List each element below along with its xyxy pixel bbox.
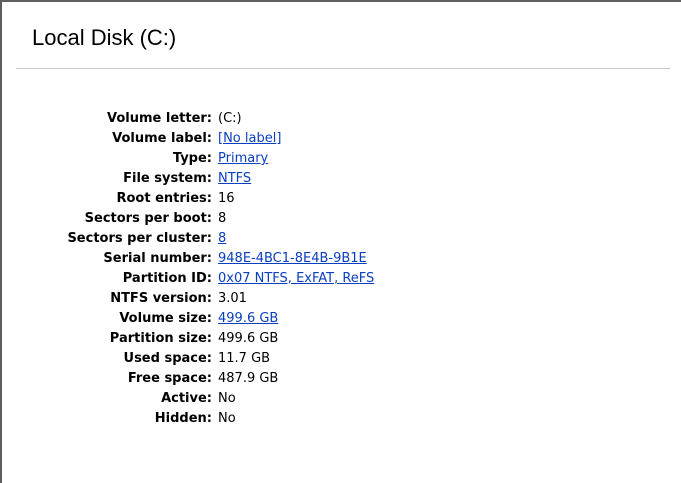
property-row-type: Type: Primary xyxy=(2,149,681,169)
property-value: No xyxy=(218,391,236,406)
partition-id-link[interactable]: 0x07 NTFS, ExFAT, ReFS xyxy=(218,269,374,289)
serial-number-link[interactable]: 948E-4BC1-8E4B-9B1E xyxy=(218,249,367,269)
property-row-root-entries: Root entries: 16 xyxy=(2,189,681,209)
property-row-ntfs-version: NTFS version: 3.01 xyxy=(2,289,681,309)
property-label: Sectors per cluster: xyxy=(67,231,212,246)
property-label: Hidden: xyxy=(154,411,212,426)
property-label: Type: xyxy=(172,151,212,166)
property-label: Used space: xyxy=(123,351,212,366)
property-value: 487.9 GB xyxy=(218,371,279,386)
property-label: Sectors per boot: xyxy=(84,211,212,226)
property-row-file-system: File system: NTFS xyxy=(2,169,681,189)
property-row-hidden: Hidden: No xyxy=(2,409,681,429)
property-label: Volume size: xyxy=(119,311,212,326)
property-label: NTFS version: xyxy=(110,291,212,306)
property-label: Active: xyxy=(161,391,212,406)
property-row-sectors-per-boot: Sectors per boot: 8 xyxy=(2,209,681,229)
property-row-free-space: Free space: 487.9 GB xyxy=(2,369,681,389)
property-value: 499.6 GB xyxy=(218,331,279,346)
property-row-sectors-per-cluster: Sectors per cluster: 8 xyxy=(2,229,681,249)
title-divider xyxy=(16,68,670,69)
property-value: 16 xyxy=(218,191,235,206)
property-label: Root entries: xyxy=(116,191,212,206)
property-row-partition-id: Partition ID: 0x07 NTFS, ExFAT, ReFS xyxy=(2,269,681,289)
property-label: Serial number: xyxy=(103,251,212,266)
property-label: Partition size: xyxy=(109,331,212,346)
property-label: Volume label: xyxy=(112,131,212,146)
property-value: No xyxy=(218,411,236,426)
property-label: File system: xyxy=(123,171,212,186)
properties-panel: Local Disk (C:) Volume letter: (C:) Volu… xyxy=(0,0,681,483)
property-row-volume-letter: Volume letter: (C:) xyxy=(2,109,681,129)
type-link[interactable]: Primary xyxy=(218,149,268,169)
property-value: 8 xyxy=(218,211,227,226)
property-label: Free space: xyxy=(127,371,212,386)
property-label: Volume letter: xyxy=(106,111,212,126)
volume-label-link[interactable]: [No label] xyxy=(218,129,281,149)
file-system-link[interactable]: NTFS xyxy=(218,169,251,189)
volume-size-link[interactable]: 499.6 GB xyxy=(218,309,278,329)
property-row-volume-size: Volume size: 499.6 GB xyxy=(2,309,681,329)
property-row-used-space: Used space: 11.7 GB xyxy=(2,349,681,369)
property-value: 3.01 xyxy=(218,291,247,306)
property-value: (C:) xyxy=(218,111,242,126)
panel-title: Local Disk (C:) xyxy=(32,25,177,50)
property-row-serial-number: Serial number: 948E-4BC1-8E4B-9B1E xyxy=(2,249,681,269)
sectors-per-cluster-link[interactable]: 8 xyxy=(218,229,226,249)
property-row-active: Active: No xyxy=(2,389,681,409)
property-value: 11.7 GB xyxy=(218,351,271,366)
property-label: Partition ID: xyxy=(122,271,212,286)
property-row-volume-label: Volume label: [No label] xyxy=(2,129,681,149)
property-row-partition-size: Partition size: 499.6 GB xyxy=(2,329,681,349)
